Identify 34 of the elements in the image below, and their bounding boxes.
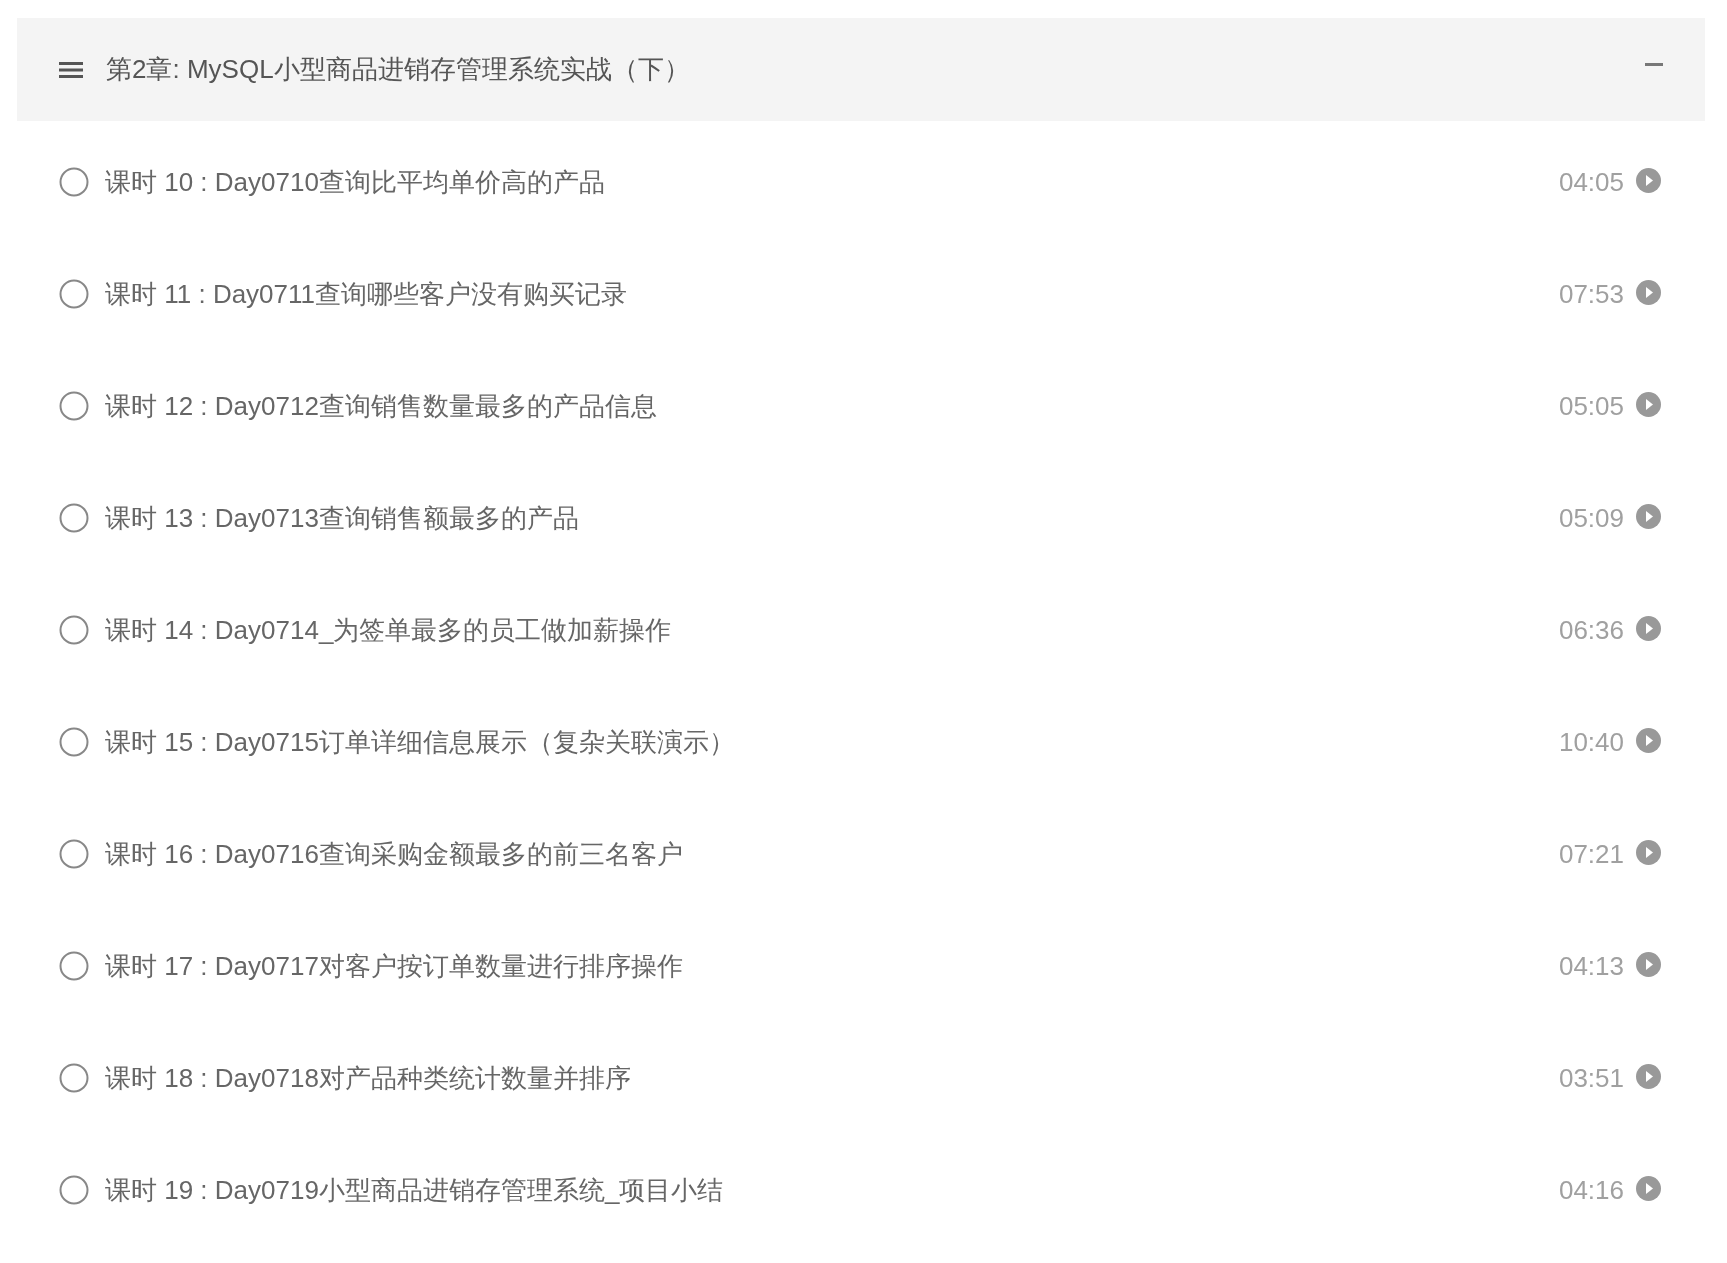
lesson-title[interactable]: 课时 15 : Day0715订单详细信息展示（复杂关联演示）	[105, 722, 735, 762]
lesson-title[interactable]: 课时 19 : Day0719小型商品进销存管理系统_项目小结	[105, 1170, 724, 1210]
lesson-title[interactable]: 课时 13 : Day0713查询销售额最多的产品	[105, 498, 579, 538]
lesson-title[interactable]: 课时 17 : Day0717对客户按订单数量进行排序操作	[105, 946, 683, 986]
lesson-duration: 04:05	[1558, 165, 1624, 199]
lesson-title[interactable]: 课时 18 : Day0718对产品种类统计数量并排序	[105, 1058, 631, 1098]
lesson-title[interactable]: 课时 10 : Day0710查询比平均单价高的产品	[105, 162, 605, 202]
lesson-duration: 03:51	[1558, 1061, 1624, 1095]
play-icon[interactable]	[1636, 615, 1661, 641]
play-icon[interactable]	[1636, 727, 1661, 753]
lesson-duration: 10:40	[1558, 725, 1624, 759]
lesson-duration: 05:05	[1558, 389, 1624, 423]
play-icon[interactable]	[1636, 503, 1661, 529]
lesson-duration: 06:36	[1558, 613, 1624, 647]
lesson-duration: 04:13	[1558, 949, 1624, 983]
lesson-title[interactable]: 课时 11 : Day0711查询哪些客户没有购买记录	[105, 274, 628, 314]
play-icon[interactable]	[1636, 279, 1661, 305]
lesson-title[interactable]: 课时 14 : Day0714_为签单最多的员工做加薪操作	[105, 610, 672, 650]
menu-icon	[59, 60, 83, 79]
play-icon[interactable]	[1636, 1063, 1661, 1089]
play-icon[interactable]	[1636, 167, 1661, 193]
play-icon[interactable]	[1636, 1175, 1661, 1201]
lesson-duration: 04:16	[1558, 1173, 1624, 1207]
lesson-duration: 07:53	[1558, 277, 1624, 311]
chapter-title: 第2章: MySQL小型商品进销存管理系统实战（下）	[106, 53, 690, 86]
lesson-duration: 05:09	[1558, 501, 1624, 535]
play-icon[interactable]	[1636, 951, 1661, 977]
lesson-title[interactable]: 课时 12 : Day0712查询销售数量最多的产品信息	[105, 386, 657, 426]
lesson-duration: 07:21	[1558, 837, 1624, 871]
play-icon[interactable]	[1636, 391, 1661, 417]
play-icon[interactable]	[1636, 839, 1661, 865]
chapter-header[interactable]: 第2章: MySQL小型商品进销存管理系统实战（下）	[17, 18, 1705, 121]
lesson-title[interactable]: 课时 16 : Day0716查询采购金额最多的前三名客户	[105, 834, 683, 874]
collapse-icon[interactable]	[1645, 62, 1663, 67]
